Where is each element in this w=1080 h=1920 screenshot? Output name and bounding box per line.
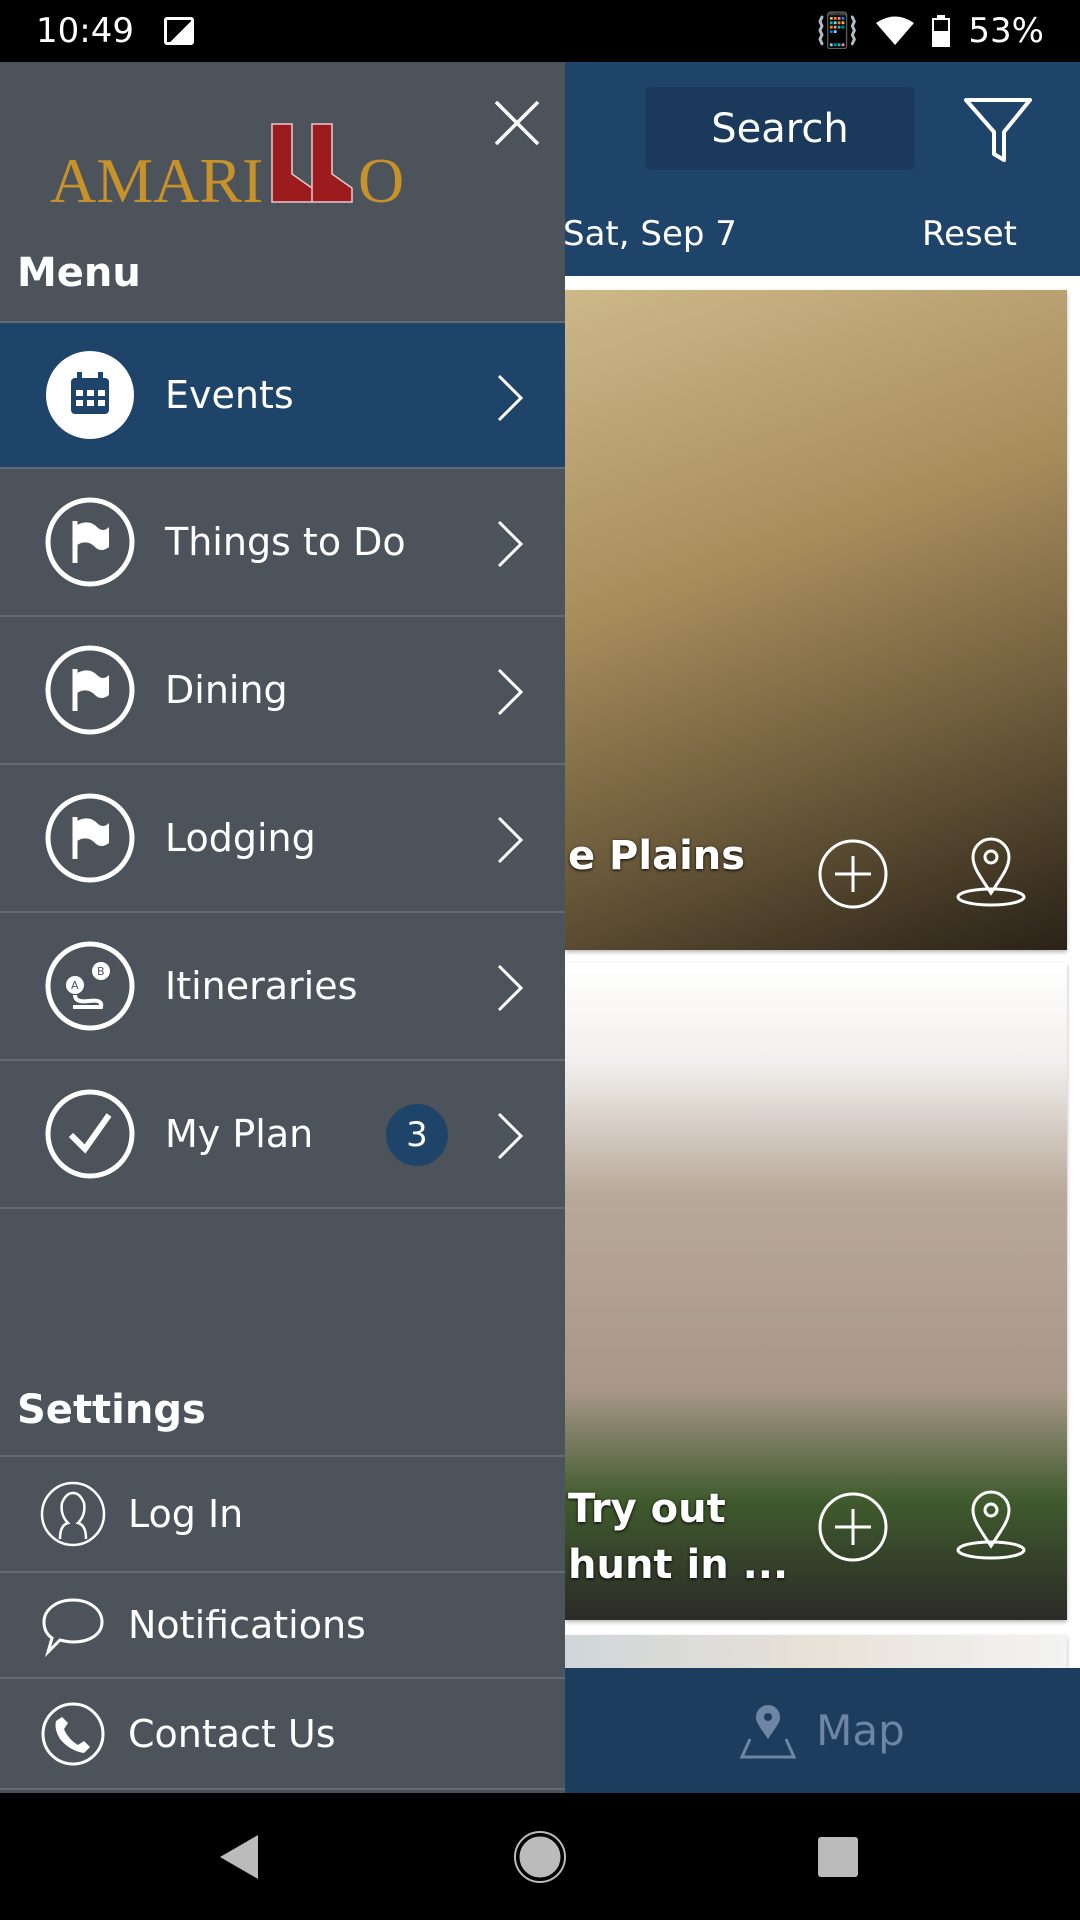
event-card-title-line1: Try out bbox=[568, 1486, 726, 1532]
event-card-title-line2: hunt in ... bbox=[568, 1542, 789, 1588]
recents-icon[interactable] bbox=[818, 1837, 858, 1877]
settings-item-label: Log In bbox=[128, 1492, 244, 1536]
menu-item-label: Dining bbox=[165, 668, 288, 712]
menu-item-itineraries[interactable]: AB Itineraries bbox=[0, 913, 565, 1061]
settings-item-log-in[interactable]: Log In bbox=[0, 1455, 565, 1571]
event-card[interactable]: Try out hunt in ... bbox=[565, 963, 1067, 1620]
menu-item-label: Things to Do bbox=[165, 520, 406, 564]
chevron-right-icon bbox=[497, 816, 524, 864]
system-navigation-bar bbox=[0, 1793, 1080, 1920]
menu-item-dining[interactable]: Dining bbox=[0, 617, 565, 765]
settings-heading: Settings bbox=[17, 1387, 206, 1433]
close-icon[interactable] bbox=[492, 98, 542, 148]
status-bar: 10:49 📳 53% bbox=[0, 0, 1080, 62]
flag-icon bbox=[45, 793, 135, 883]
settings-item-contact-us[interactable]: Contact Us bbox=[0, 1677, 565, 1790]
route-icon: AB bbox=[45, 941, 135, 1031]
map-label: Map bbox=[816, 1706, 905, 1755]
menu-item-label: Events bbox=[165, 373, 294, 417]
menu-item-my-plan[interactable]: My Plan 3 bbox=[0, 1061, 565, 1209]
filter-icon[interactable] bbox=[962, 94, 1034, 166]
menu-item-label: Lodging bbox=[165, 816, 316, 860]
image-notification-icon bbox=[163, 17, 194, 45]
home-icon[interactable] bbox=[514, 1831, 566, 1883]
calendar-icon bbox=[46, 351, 134, 439]
reset-button[interactable]: Reset bbox=[922, 214, 1017, 254]
check-icon bbox=[45, 1089, 135, 1179]
menu-heading: Menu bbox=[17, 250, 141, 296]
search-label: Search bbox=[711, 105, 849, 152]
navigation-drawer: AMARI O Menu Events Things to Do Dining … bbox=[0, 62, 565, 1793]
event-card[interactable]: e Plains bbox=[565, 290, 1067, 950]
plan-count-badge: 3 bbox=[386, 1104, 448, 1166]
battery-icon bbox=[932, 15, 951, 47]
map-pin-icon[interactable] bbox=[955, 1488, 1027, 1560]
add-to-plan-icon[interactable] bbox=[817, 1491, 889, 1563]
phone-icon bbox=[41, 1702, 105, 1765]
menu-item-things-to-do[interactable]: Things to Do bbox=[0, 469, 565, 617]
event-card-title: e Plains bbox=[568, 833, 746, 879]
map-pin-icon[interactable] bbox=[955, 835, 1027, 907]
svg-text:A: A bbox=[71, 979, 79, 992]
settings-item-notifications[interactable]: Notifications bbox=[0, 1571, 565, 1677]
svg-text:O: O bbox=[358, 145, 404, 209]
back-icon[interactable] bbox=[218, 1833, 262, 1881]
settings-item-label: Contact Us bbox=[128, 1711, 336, 1756]
flag-icon bbox=[45, 497, 135, 587]
chevron-right-icon bbox=[497, 964, 524, 1012]
chevron-right-icon bbox=[497, 1112, 524, 1160]
chevron-right-icon bbox=[497, 668, 524, 716]
menu-item-label: Itineraries bbox=[165, 964, 358, 1008]
clock: 10:49 bbox=[36, 11, 134, 51]
chevron-right-icon bbox=[497, 520, 524, 568]
menu-item-lodging[interactable]: Lodging bbox=[0, 765, 565, 913]
chat-bubble-icon bbox=[42, 1598, 104, 1658]
date-filter[interactable]: Sat, Sep 7 bbox=[563, 214, 737, 254]
settings-item-label: Notifications bbox=[128, 1603, 366, 1647]
map-icon bbox=[740, 1704, 797, 1758]
svg-text:AMARI: AMARI bbox=[50, 145, 263, 209]
amarillo-logo: AMARI O bbox=[50, 123, 404, 209]
flag-icon bbox=[45, 645, 135, 735]
add-to-plan-icon[interactable] bbox=[817, 838, 889, 910]
chevron-right-icon bbox=[497, 374, 524, 422]
svg-text:B: B bbox=[97, 965, 105, 978]
map-button[interactable]: Map bbox=[565, 1668, 1080, 1793]
menu-item-label: My Plan bbox=[165, 1112, 314, 1156]
user-icon bbox=[40, 1481, 106, 1547]
search-button[interactable]: Search bbox=[645, 87, 915, 170]
menu-item-events[interactable]: Events bbox=[0, 321, 565, 469]
battery-percent: 53% bbox=[968, 11, 1044, 51]
wifi-icon bbox=[876, 16, 915, 45]
vibrate-icon: 📳 bbox=[816, 11, 859, 51]
